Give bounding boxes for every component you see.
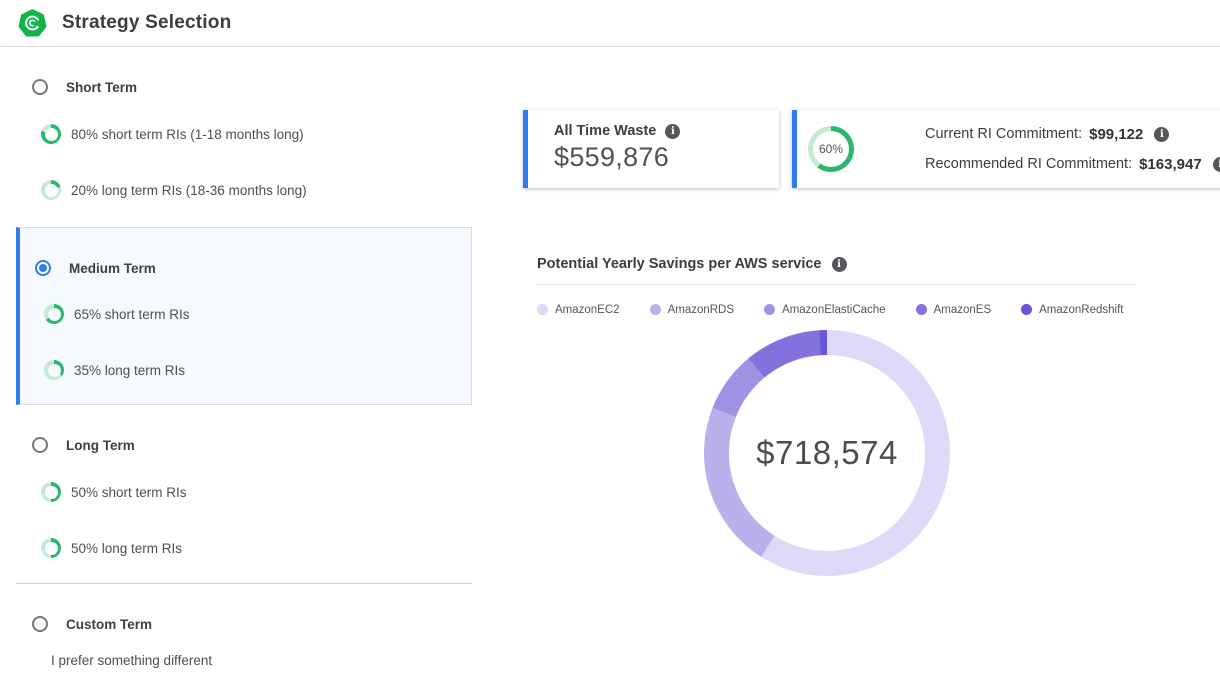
legend-label: AmazonRDS <box>668 304 734 316</box>
strategy-option-custom-term[interactable]: Custom Term <box>16 612 472 636</box>
strategy-detail-row: 35% long term RIs <box>20 358 471 382</box>
info-icon[interactable] <box>1154 127 1169 142</box>
strategy-option-long-term[interactable]: Long Term <box>16 433 472 457</box>
commitment-percent-ring: 60% <box>808 126 854 172</box>
detail-label: 65% short term RIs <box>74 307 190 322</box>
radio-long-term[interactable] <box>32 437 48 453</box>
strategy-detail-row: 50% long term RIs <box>16 536 472 560</box>
recommended-commitment-value: $163,947 <box>1139 156 1202 173</box>
legend-label: AmazonEC2 <box>555 304 620 316</box>
legend-item[interactable]: AmazonES <box>916 304 992 316</box>
strategy-detail-row: 80% short term RIs (1-18 months long) <box>16 122 472 146</box>
current-commitment-value: $99,122 <box>1089 126 1143 143</box>
info-icon[interactable] <box>665 124 680 139</box>
strategy-label: Custom Term <box>66 617 152 632</box>
chart-header: Potential Yearly Savings per AWS service <box>537 256 847 272</box>
strategy-detail-row: 20% long term RIs (18-36 months long) <box>16 178 472 202</box>
detail-label: 50% short term RIs <box>71 485 187 500</box>
percent-ring <box>44 360 64 380</box>
percent-ring <box>44 304 64 324</box>
page-title: Strategy Selection <box>62 12 231 34</box>
detail-label: 80% short term RIs (1-18 months long) <box>71 127 304 142</box>
savings-donut-chart: $718,574 <box>704 330 950 576</box>
detail-label: 35% long term RIs <box>74 363 185 378</box>
info-icon[interactable] <box>1213 157 1220 172</box>
legend-dot-icon <box>916 304 927 315</box>
strategy-option-medium-term[interactable]: Medium Term <box>20 256 471 280</box>
waste-card-value: $559,876 <box>554 142 779 173</box>
ri-commitment-card: 60% Current RI Commitment: $99,122 Recom… <box>792 110 1220 188</box>
strategy-label: Short Term <box>66 80 137 95</box>
strategy-detail-row: 50% short term RIs <box>16 480 472 504</box>
strategy-label: Long Term <box>66 438 135 453</box>
radio-short-term[interactable] <box>32 79 48 95</box>
detail-label: 20% long term RIs (18-36 months long) <box>71 183 307 198</box>
radio-medium-term[interactable] <box>35 260 51 276</box>
chart-divider <box>537 284 1135 285</box>
strategy-list: Short Term 80% short term RIs (1-18 mont… <box>16 63 472 691</box>
waste-card-label: All Time Waste <box>554 123 656 139</box>
legend-label: AmazonRedshift <box>1039 304 1123 316</box>
recommended-commitment-row: Recommended RI Commitment: $163,947 <box>925 149 1220 179</box>
legend-label: AmazonElastiCache <box>782 304 886 316</box>
percent-ring <box>41 482 61 502</box>
strategy-label: Medium Term <box>69 261 156 276</box>
all-time-waste-card: All Time Waste $559,876 <box>523 110 779 188</box>
strategy-detail-row: I prefer something different <box>16 648 472 672</box>
info-icon[interactable] <box>832 257 847 272</box>
strategy-option-medium-term-panel[interactable]: Medium Term 65% short term RIs 35% long … <box>16 227 472 405</box>
legend-label: AmazonES <box>934 304 992 316</box>
current-commitment-label: Current RI Commitment: <box>925 126 1082 142</box>
percent-ring <box>41 180 61 200</box>
current-commitment-row: Current RI Commitment: $99,122 <box>925 119 1220 149</box>
legend-item[interactable]: AmazonElastiCache <box>764 304 886 316</box>
legend-item[interactable]: AmazonRedshift <box>1021 304 1123 316</box>
percent-ring <box>41 124 61 144</box>
percent-ring <box>41 538 61 558</box>
legend-dot-icon <box>1021 304 1032 315</box>
legend-dot-icon <box>537 304 548 315</box>
legend-dot-icon <box>650 304 661 315</box>
page-header: Strategy Selection <box>0 0 1220 47</box>
legend-dot-icon <box>764 304 775 315</box>
strategy-option-short-term[interactable]: Short Term <box>16 75 472 99</box>
chart-legend: AmazonEC2 AmazonRDS AmazonElastiCache Amazo… <box>537 302 1124 317</box>
detail-label: 50% long term RIs <box>71 541 182 556</box>
radio-custom-term[interactable] <box>32 616 48 632</box>
commitment-percent-label: 60% <box>819 142 843 156</box>
strategy-detail-row: 65% short term RIs <box>20 302 471 326</box>
chart-title: Potential Yearly Savings per AWS service <box>537 256 822 272</box>
app-logo-icon <box>18 9 47 38</box>
legend-item[interactable]: AmazonRDS <box>650 304 734 316</box>
legend-item[interactable]: AmazonEC2 <box>537 304 620 316</box>
recommended-commitment-label: Recommended RI Commitment: <box>925 156 1132 172</box>
donut-total-value: $718,574 <box>756 434 898 472</box>
custom-term-description: I prefer something different <box>51 653 212 668</box>
donut-hole: $718,574 <box>729 355 925 551</box>
section-divider <box>16 583 472 584</box>
